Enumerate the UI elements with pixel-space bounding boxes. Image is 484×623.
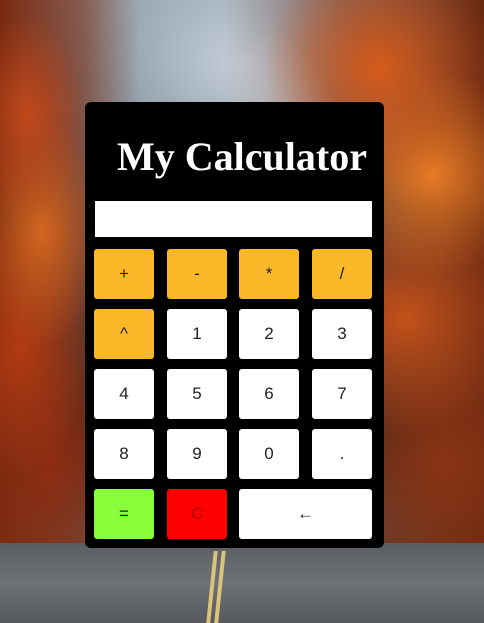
power-button[interactable]: ^ — [94, 309, 154, 359]
digit-9-button[interactable]: 9 — [167, 429, 227, 479]
road — [0, 543, 484, 623]
digit-4-button[interactable]: 4 — [94, 369, 154, 419]
backspace-button[interactable]: ← — [239, 489, 372, 539]
digit-8-button[interactable]: 8 — [94, 429, 154, 479]
digit-1-button[interactable]: 1 — [167, 309, 227, 359]
digit-6-button[interactable]: 6 — [239, 369, 299, 419]
digit-3-button[interactable]: 3 — [312, 309, 372, 359]
digit-7-button[interactable]: 7 — [312, 369, 372, 419]
digit-0-button[interactable]: 0 — [239, 429, 299, 479]
decimal-button[interactable]: . — [312, 429, 372, 479]
clear-button[interactable]: C — [167, 489, 227, 539]
digit-5-button[interactable]: 5 — [167, 369, 227, 419]
digit-2-button[interactable]: 2 — [239, 309, 299, 359]
equals-button[interactable]: = — [94, 489, 154, 539]
multiply-button[interactable]: * — [239, 249, 299, 299]
add-button[interactable]: + — [94, 249, 154, 299]
divide-button[interactable]: / — [312, 249, 372, 299]
calculator-title: My Calculator — [117, 134, 367, 179]
calculator-display[interactable] — [95, 201, 372, 237]
subtract-button[interactable]: - — [167, 249, 227, 299]
